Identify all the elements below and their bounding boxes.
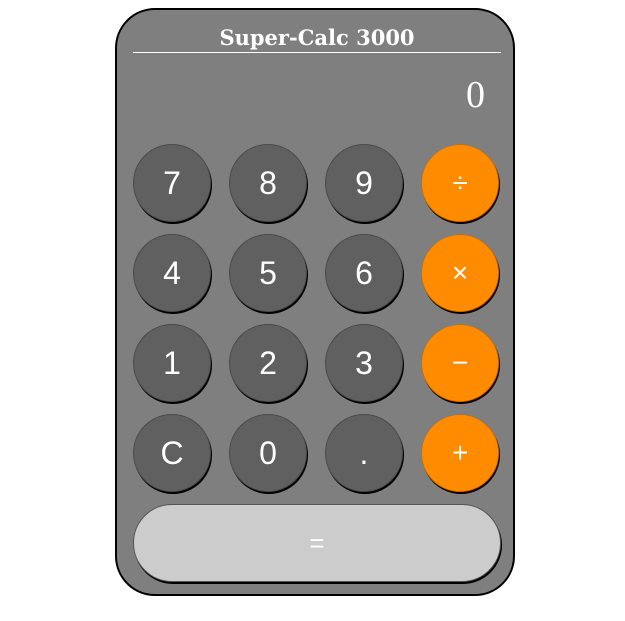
clear-button[interactable]: C [133, 414, 211, 492]
key-9[interactable]: 9 [325, 144, 403, 222]
equals-button[interactable]: = [133, 504, 501, 582]
key-8[interactable]: 8 [229, 144, 307, 222]
decimal-button[interactable]: . [325, 414, 403, 492]
key-5[interactable]: 5 [229, 234, 307, 312]
key-1[interactable]: 1 [133, 324, 211, 402]
key-4[interactable]: 4 [133, 234, 211, 312]
display-readout: 0 [466, 74, 485, 116]
key-0[interactable]: 0 [229, 414, 307, 492]
key-6[interactable]: 6 [325, 234, 403, 312]
key-7[interactable]: 7 [133, 144, 211, 222]
title-divider [133, 52, 501, 53]
divide-button[interactable]: ÷ [421, 144, 499, 222]
key-3[interactable]: 3 [325, 324, 403, 402]
subtract-button[interactable]: − [421, 324, 499, 402]
calculator-body: Super-Calc 3000 0 7 8 9 ÷ 4 5 6 × 1 2 3 … [115, 8, 515, 596]
multiply-button[interactable]: × [421, 234, 499, 312]
calculator-title: Super-Calc 3000 [219, 25, 415, 50]
key-2[interactable]: 2 [229, 324, 307, 402]
add-button[interactable]: + [421, 414, 499, 492]
